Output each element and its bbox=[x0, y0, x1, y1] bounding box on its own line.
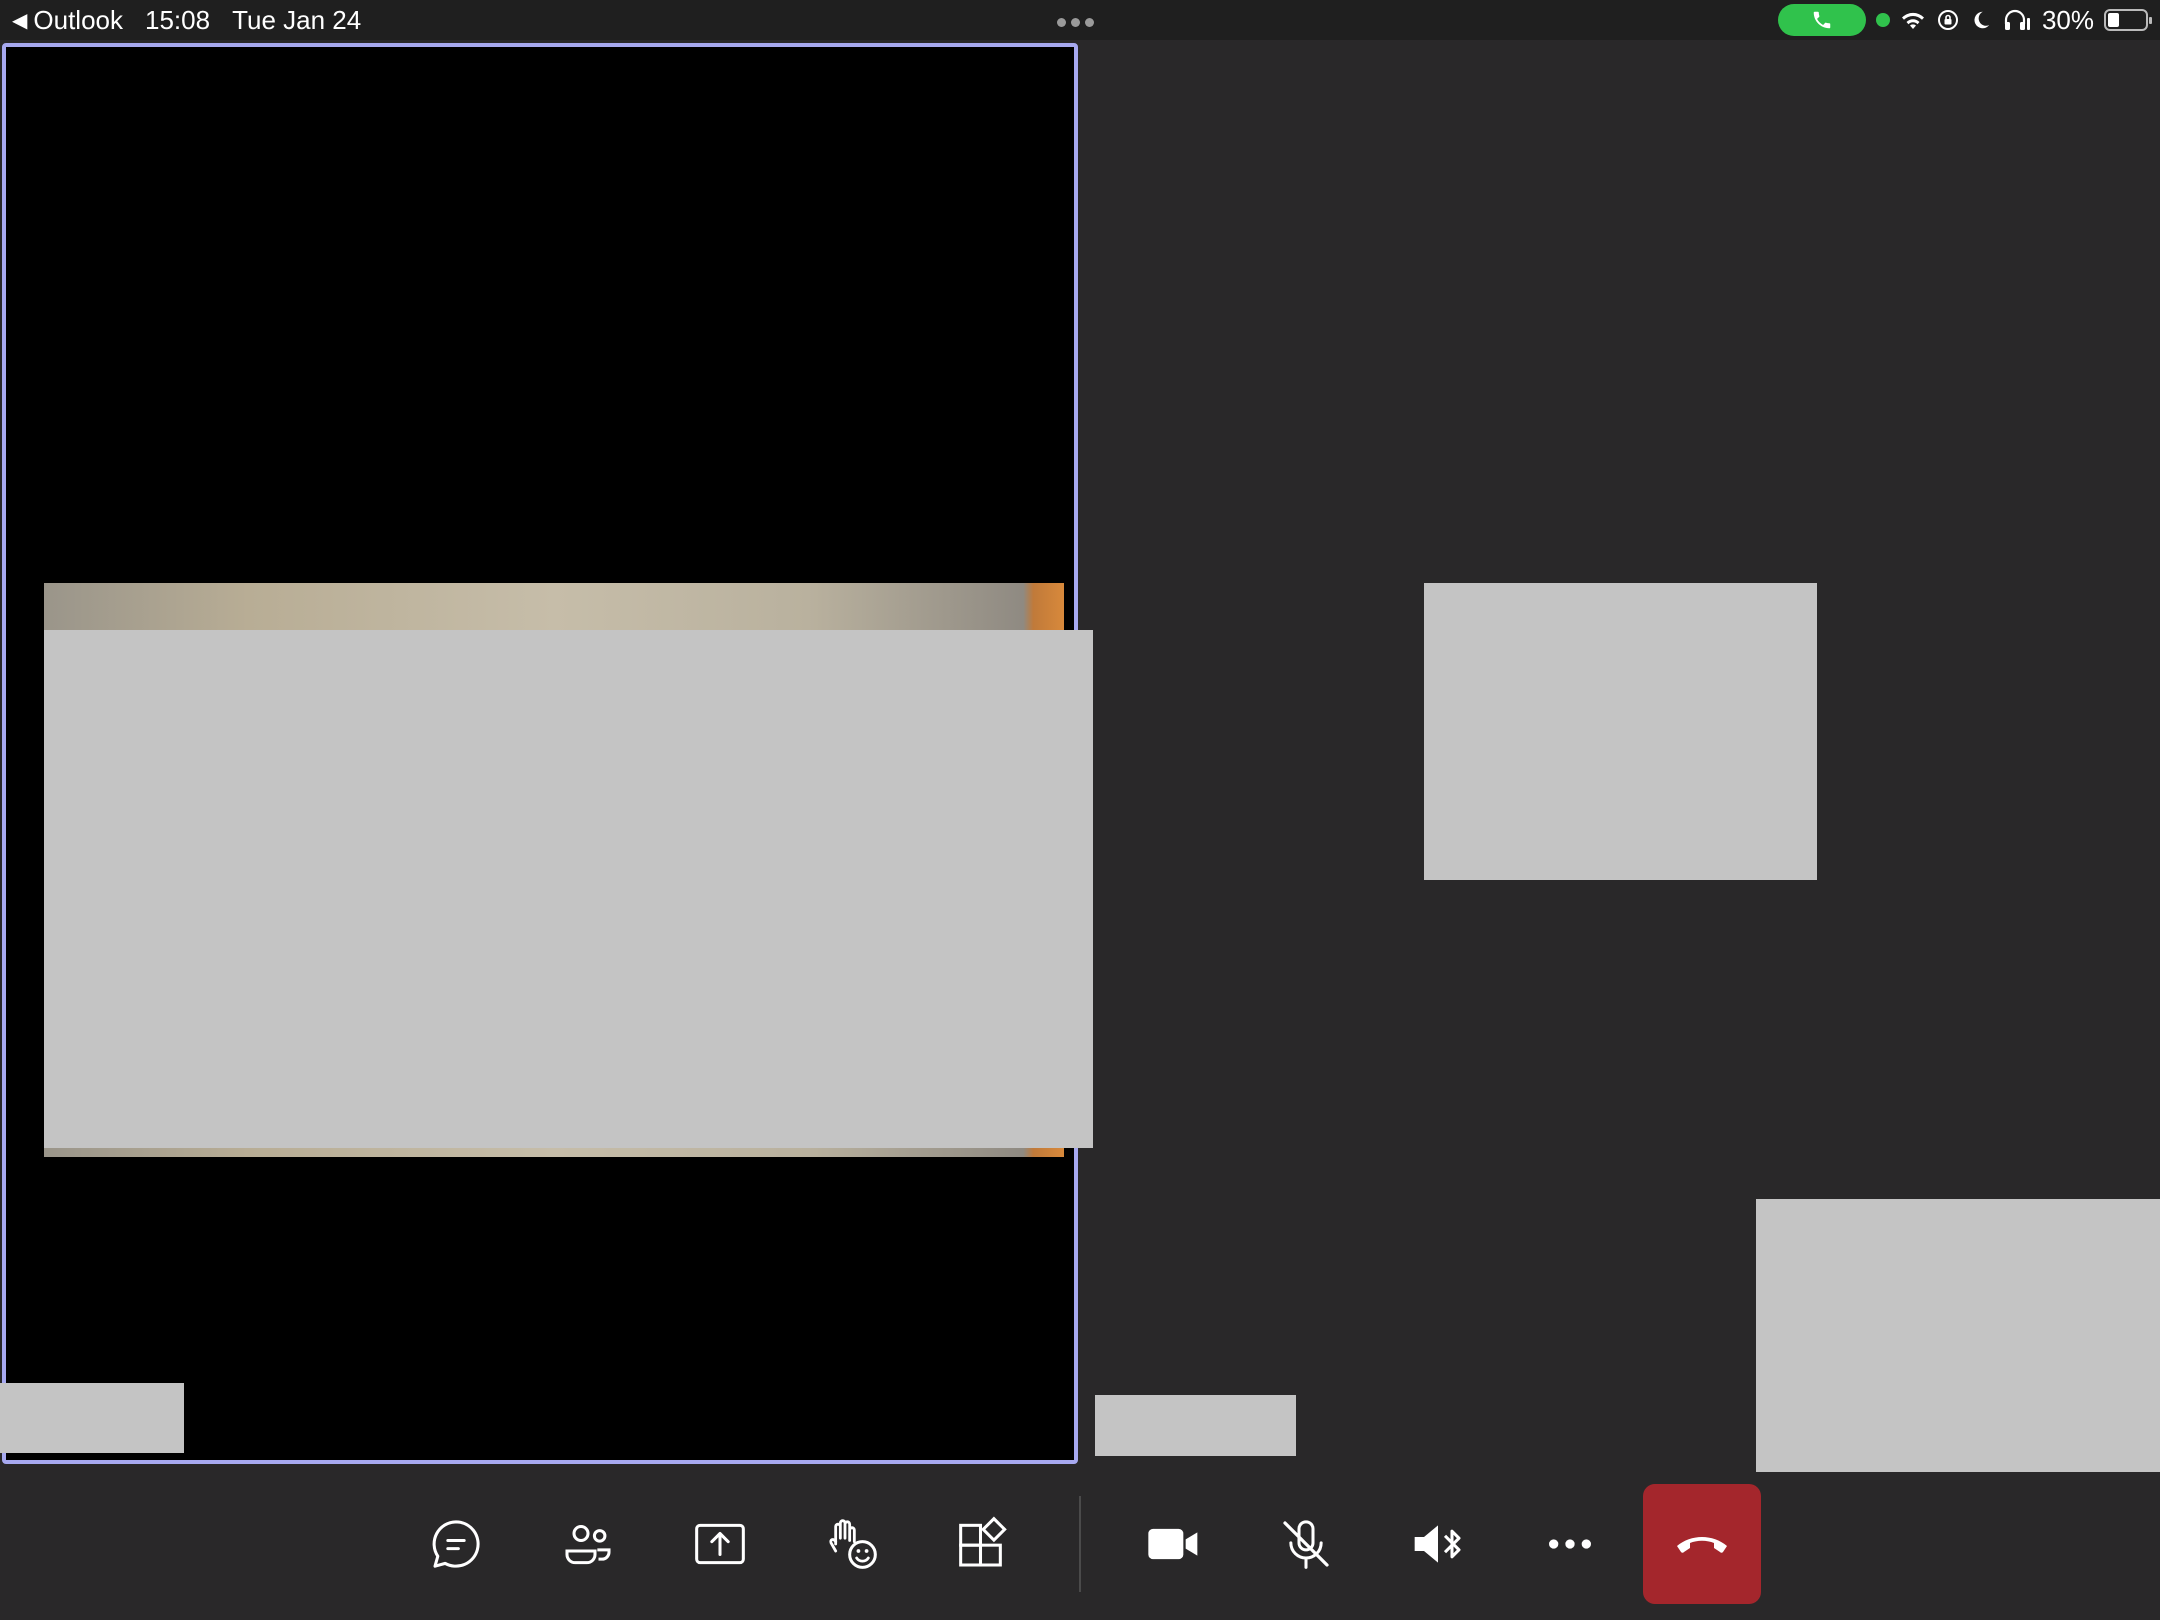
status-date: Tue Jan 24 bbox=[232, 4, 362, 35]
chat-icon bbox=[432, 1520, 480, 1568]
battery-level bbox=[2108, 13, 2119, 27]
microphone-off-icon bbox=[1283, 1520, 1329, 1569]
participants-button[interactable] bbox=[528, 1484, 648, 1604]
share-screen-icon bbox=[695, 1523, 745, 1565]
headphones-icon bbox=[2004, 9, 2030, 30]
meeting-stage bbox=[0, 40, 2160, 1472]
status-time: 15:08 bbox=[145, 4, 211, 35]
back-arrow-icon[interactable]: ◀ bbox=[12, 8, 27, 33]
people-icon bbox=[565, 1524, 611, 1565]
toolbar-divider bbox=[1079, 1496, 1081, 1592]
camera-toggle-button[interactable] bbox=[1114, 1484, 1234, 1604]
redacted-participant-video bbox=[44, 630, 1093, 1148]
orientation-lock-icon bbox=[1937, 10, 1958, 30]
redacted-self-view[interactable] bbox=[1756, 1199, 2160, 1472]
camera-in-use-icon bbox=[1875, 13, 1890, 27]
audio-output-button[interactable] bbox=[1378, 1484, 1498, 1604]
battery-icon bbox=[2104, 9, 2152, 31]
more-icon bbox=[1549, 1539, 1591, 1549]
more-options-button[interactable] bbox=[1510, 1484, 1630, 1604]
status-left: ◀ Outlook 15:08 Tue Jan 24 bbox=[12, 0, 361, 40]
multitasking-menu-icon[interactable] bbox=[1057, 18, 1094, 27]
status-bar: ◀ Outlook 15:08 Tue Jan 24 30% bbox=[0, 0, 2160, 40]
redacted-participant-name bbox=[1095, 1395, 1296, 1456]
raise-hand-reaction-icon bbox=[829, 1519, 877, 1569]
share-button[interactable] bbox=[660, 1484, 780, 1604]
redacted-participant-name bbox=[0, 1383, 184, 1453]
redacted-participant-avatar bbox=[1424, 583, 1817, 880]
bluetooth-speaker-icon bbox=[1414, 1525, 1461, 1563]
microphone-toggle-button[interactable] bbox=[1246, 1484, 1366, 1604]
back-to-app-link[interactable]: Outlook bbox=[33, 5, 123, 36]
status-right: 30% bbox=[1777, 0, 2152, 40]
hang-up-icon bbox=[1677, 1537, 1727, 1553]
ongoing-call-indicator[interactable] bbox=[1777, 4, 1866, 36]
chat-button[interactable] bbox=[396, 1484, 516, 1604]
video-camera-icon bbox=[1148, 1528, 1198, 1560]
leave-call-button[interactable] bbox=[1643, 1484, 1761, 1604]
phone-icon bbox=[1813, 11, 1831, 29]
react-button[interactable] bbox=[792, 1484, 912, 1604]
do-not-disturb-icon bbox=[1974, 11, 1990, 29]
apps-icon bbox=[959, 1516, 1007, 1567]
apps-button[interactable] bbox=[924, 1484, 1044, 1604]
battery-percent: 30% bbox=[2041, 4, 2094, 35]
wifi-icon bbox=[1901, 12, 1924, 29]
